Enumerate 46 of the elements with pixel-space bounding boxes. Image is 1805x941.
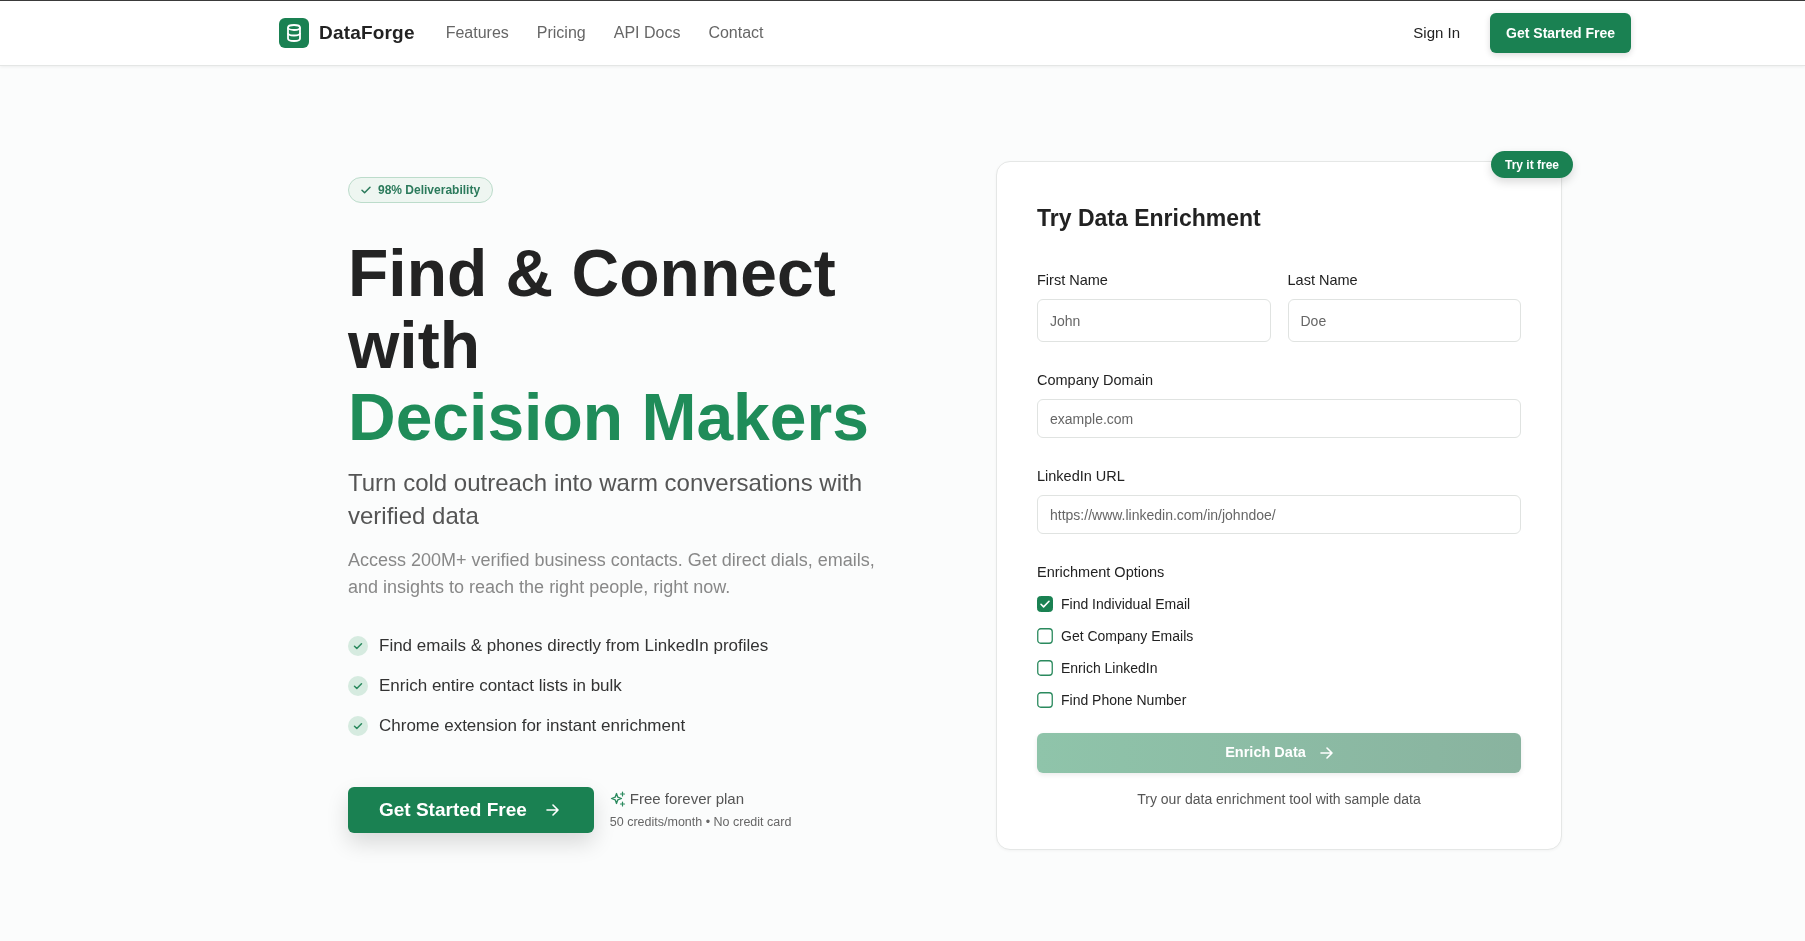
headline: Find & Connect with xyxy=(348,237,837,381)
field-label: Company Domain xyxy=(1037,371,1155,390)
check-icon xyxy=(361,186,371,194)
checkbox[interactable] xyxy=(1037,628,1053,644)
checkbox-label: Find Phone Number xyxy=(1061,690,1187,710)
sparkle-icon xyxy=(609,791,626,808)
feature-text: Find emails & phones directly from LinkedIn profiles xyxy=(379,635,769,658)
input-field[interactable]: https://www.linkedin.com/in/johndoe/ xyxy=(1037,495,1521,534)
get-started-button[interactable]: Get Started Free xyxy=(348,787,594,833)
promo-tag: Try it free xyxy=(1490,151,1573,178)
get-started-button[interactable]: Get Started Free xyxy=(1490,13,1631,53)
checkbox-label: Find Individual Email xyxy=(1061,594,1191,614)
checkbox[interactable] xyxy=(1037,596,1053,612)
nav-link[interactable]: API Docs xyxy=(613,21,681,45)
form-title: Try Data Enrichment xyxy=(1037,204,1262,233)
options-label: Enrichment Options xyxy=(1037,563,1166,582)
feature-text: Enrich entire contact lists in bulk xyxy=(379,675,622,698)
subtitle: Turn cold outreach into warm conversations with verified data xyxy=(348,468,863,531)
checkbox[interactable] xyxy=(1037,692,1053,708)
checkbox-label: Get Company Emails xyxy=(1061,626,1194,646)
brand-name: DataForge xyxy=(319,20,415,45)
arrow-right-icon xyxy=(545,804,559,816)
nav-link[interactable]: Pricing xyxy=(536,21,586,45)
field-label: Last Name xyxy=(1287,271,1359,290)
input-field[interactable]: John xyxy=(1037,299,1271,342)
input-field[interactable]: Doe xyxy=(1287,299,1521,342)
checkbox[interactable] xyxy=(1037,660,1053,676)
description: Access 200M+ verified business contacts. Get direct dials, emails, and insights to reach the right people, right now. xyxy=(348,549,876,599)
check-circle-icon xyxy=(348,636,368,656)
field-label: LinkedIn URL xyxy=(1037,467,1126,486)
headline-highlight: Decision Makers xyxy=(348,381,870,453)
plan-note: 50 credits/month • No credit card xyxy=(609,814,792,832)
nav-link[interactable]: Contact xyxy=(708,21,764,45)
plan-title: Free forever plan xyxy=(629,788,745,809)
check-circle-icon xyxy=(348,676,368,696)
feature-text: Chrome extension for instant enrichment xyxy=(379,715,686,738)
field-label: First Name xyxy=(1037,271,1109,290)
form-note: Try our data enrichment tool with sample data xyxy=(1136,790,1422,809)
nav-link[interactable]: Features xyxy=(445,21,509,45)
arrow-right-icon xyxy=(1319,747,1333,759)
check-circle-icon xyxy=(348,716,368,736)
deliverability-label: 98% Deliverability xyxy=(378,182,481,199)
sign-in-link[interactable]: Sign In xyxy=(1413,21,1461,45)
input-field[interactable]: example.com xyxy=(1037,399,1521,438)
checkbox-label: Enrich LinkedIn xyxy=(1061,658,1158,678)
database-logo-icon xyxy=(279,18,309,48)
